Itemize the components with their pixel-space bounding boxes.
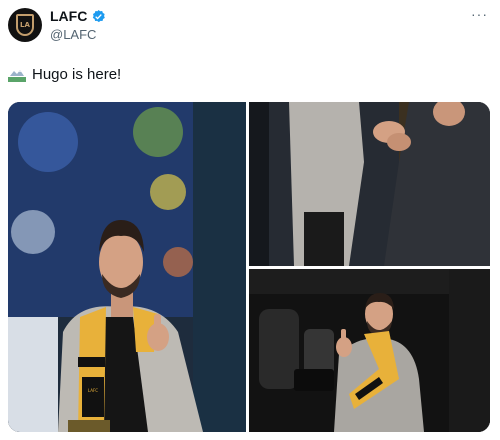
player-in-car-photo[interactable] — [249, 269, 490, 432]
svg-text:LAFC: LAFC — [88, 388, 98, 393]
display-name[interactable]: LAFC — [50, 8, 87, 24]
account-name-row: LAFC — [50, 8, 106, 24]
more-options-icon[interactable]: ··· — [471, 6, 488, 22]
flag-icon — [8, 67, 26, 82]
lafc-crest-logo: LA — [16, 14, 34, 36]
account-avatar[interactable]: LA — [8, 8, 42, 42]
handshake-photo[interactable] — [249, 102, 490, 266]
tweet-text: Hugo is here! — [8, 66, 121, 83]
verified-badge-icon — [93, 9, 106, 22]
media-grid: LAFC — [8, 102, 490, 432]
player-with-scarf-photo[interactable]: LAFC — [8, 102, 246, 432]
tweet-text-content: Hugo is here! — [32, 66, 122, 83]
account-handle[interactable]: @LAFC — [50, 27, 96, 42]
